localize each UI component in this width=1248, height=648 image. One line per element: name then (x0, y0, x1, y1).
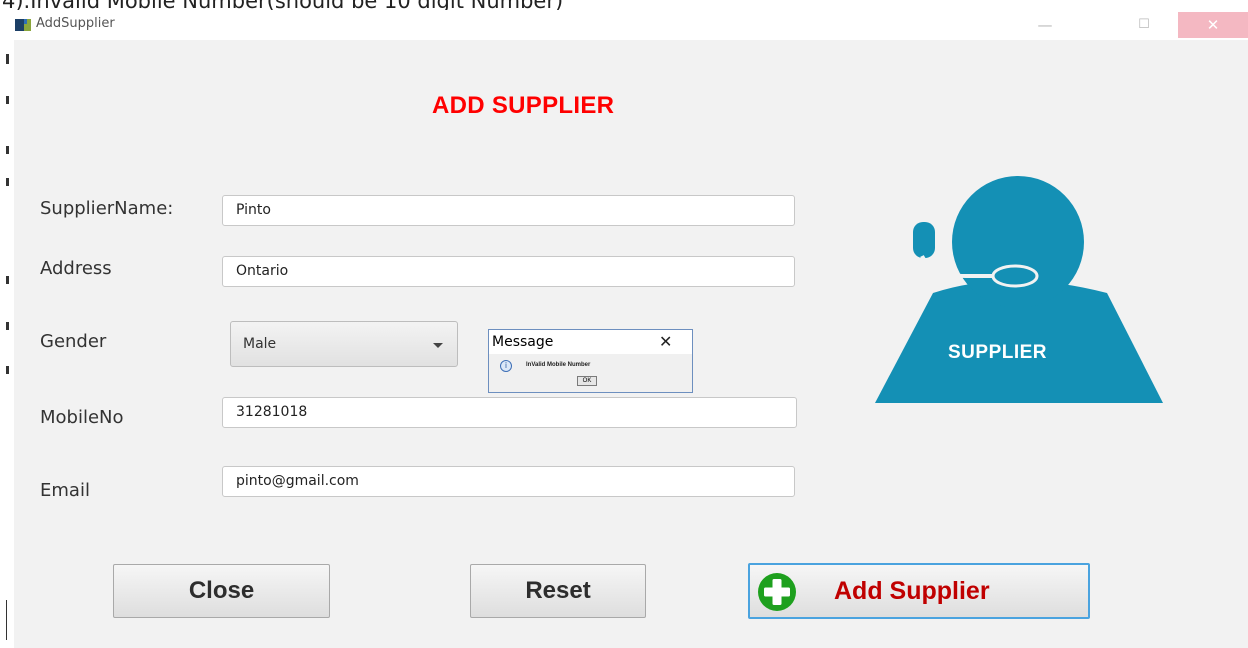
supplier-illustration-label: SUPPLIER (948, 342, 1048, 363)
chevron-down-icon (433, 343, 443, 348)
headset-earpiece (913, 222, 935, 258)
headset-mic (991, 264, 1039, 288)
headset-person-icon (875, 176, 1163, 403)
window-close-button[interactable]: ✕ (1178, 12, 1248, 38)
email-input[interactable]: pinto@gmail.com (222, 466, 795, 497)
left-edge-mark (6, 54, 9, 64)
left-edge-mark (6, 600, 7, 640)
gender-label: Gender (40, 331, 107, 352)
dialog-title: Message (492, 334, 554, 350)
email-label: Email (40, 480, 90, 501)
left-edge-mark (6, 96, 9, 104)
close-button[interactable]: Close (113, 564, 330, 618)
mobile-label: MobileNo (40, 407, 124, 428)
left-edge-mark (6, 366, 9, 374)
dialog-close-button[interactable]: ✕ (659, 332, 672, 351)
address-label: Address (40, 258, 112, 279)
supplier-name-input[interactable]: Pinto (222, 195, 795, 226)
dialog-ok-button[interactable]: OK (577, 376, 597, 386)
gender-dropdown[interactable]: Male (230, 321, 458, 367)
supplier-name-label: SupplierName: (40, 198, 174, 219)
plus-circle-icon (758, 573, 796, 611)
app-window-icon (15, 19, 31, 31)
message-dialog: Message ✕ i InValid Mobile Number OK (488, 329, 693, 393)
window-title: AddSupplier (36, 16, 115, 31)
add-supplier-button[interactable]: Add Supplier (748, 563, 1090, 619)
info-icon: i (500, 360, 512, 372)
reset-button[interactable]: Reset (470, 564, 646, 618)
gender-selected-value: Male (243, 336, 277, 352)
left-edge-mark (6, 146, 9, 154)
left-edge-mark (6, 178, 9, 186)
maximize-button[interactable]: ☐ (1124, 12, 1164, 38)
add-supplier-label: Add Supplier (834, 577, 990, 605)
mobile-input[interactable]: 31281018 (222, 397, 797, 428)
dialog-message: InValid Mobile Number (526, 362, 591, 368)
supplier-head (952, 176, 1084, 308)
address-input[interactable]: Ontario (222, 256, 795, 287)
left-edge-mark (6, 322, 9, 330)
minimize-button[interactable]: — (1023, 12, 1067, 38)
left-edge-mark (6, 276, 9, 284)
page-title: ADD SUPPLIER (432, 92, 615, 119)
